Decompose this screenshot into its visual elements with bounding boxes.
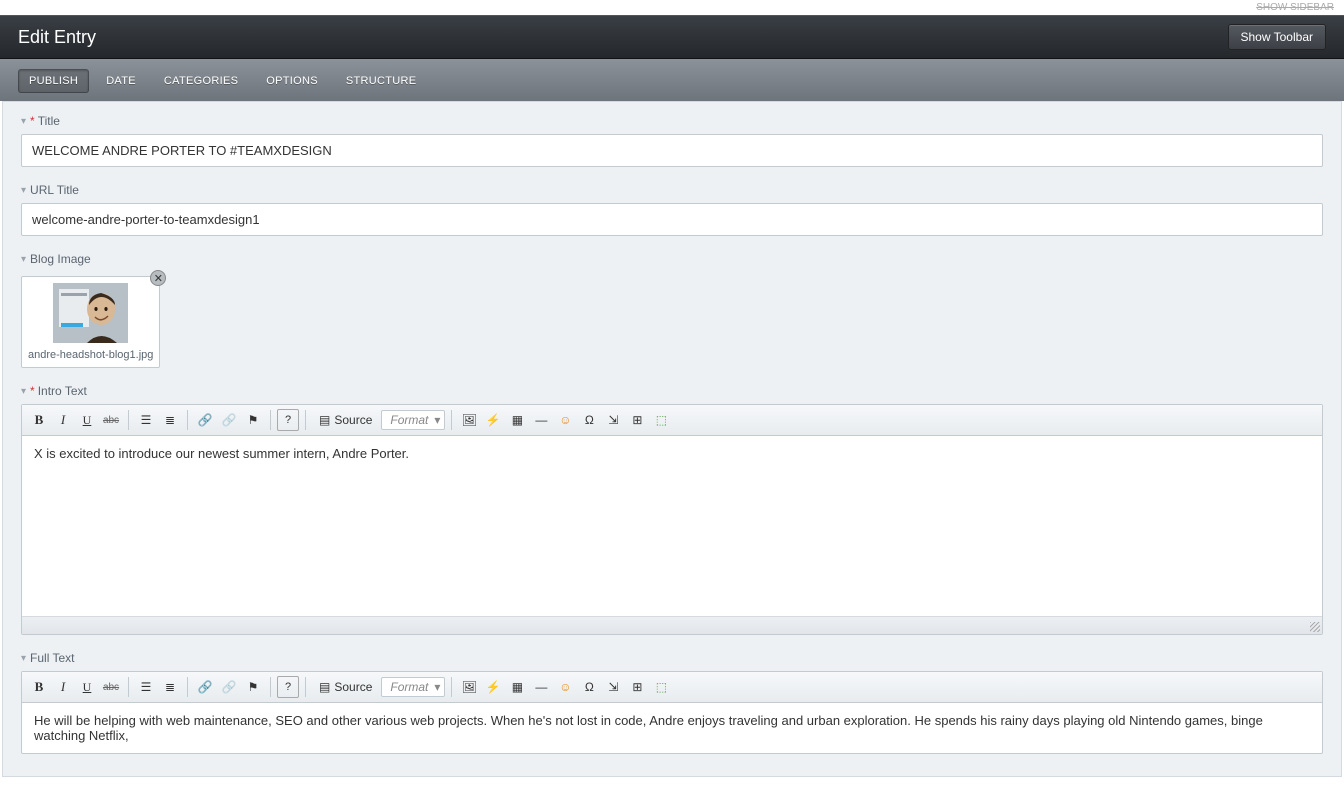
show-toolbar-button[interactable]: Show Toolbar — [1228, 24, 1327, 50]
image-icon[interactable]: 🖼 — [458, 409, 480, 431]
image-filename: andre-headshot-blog1.jpg — [28, 349, 153, 361]
full-text-area[interactable]: He will be helping with web maintenance,… — [22, 703, 1322, 753]
hr-icon[interactable]: — — [530, 409, 552, 431]
required-marker: * — [30, 384, 35, 398]
anchor-icon[interactable]: ⚑ — [242, 409, 264, 431]
strikethrough-icon[interactable]: abc — [100, 409, 122, 431]
field-blog-image: ▾ Blog Image ✕ andre-headshot- — [21, 240, 1323, 372]
rte-toolbar: B I U abc ☰ ≣ 🔗 🔗 ⚑ ? ▤Source Format 🖼 ⚡ — [22, 405, 1322, 436]
flash-icon[interactable]: ⚡ — [482, 676, 504, 698]
field-full-text: ▾ Full Text B I U abc ☰ ≣ 🔗 🔗 ⚑ ? ▤Sourc… — [21, 639, 1323, 758]
pagebreak-icon[interactable]: ⇲ — [602, 676, 624, 698]
url-title-label: ▾ URL Title — [21, 183, 1323, 197]
required-marker: * — [30, 114, 35, 128]
pagebreak-icon[interactable]: ⇲ — [602, 409, 624, 431]
field-title: ▾ * Title — [21, 102, 1323, 171]
rte-toolbar: B I U abc ☰ ≣ 🔗 🔗 ⚑ ? ▤Source Format 🖼 ⚡ — [22, 672, 1322, 703]
ordered-list-icon[interactable]: ☰ — [135, 676, 157, 698]
page-title: Edit Entry — [18, 27, 96, 48]
source-button[interactable]: ▤Source — [312, 677, 379, 697]
collapse-icon[interactable]: ▾ — [21, 653, 26, 664]
tab-date[interactable]: DATE — [95, 69, 147, 93]
full-text-editor: B I U abc ☰ ≣ 🔗 🔗 ⚑ ? ▤Source Format 🖼 ⚡ — [21, 671, 1323, 754]
embed-icon[interactable]: ⬚ — [650, 409, 672, 431]
unlink-icon[interactable]: 🔗 — [218, 676, 240, 698]
strikethrough-icon[interactable]: abc — [100, 676, 122, 698]
collapse-icon[interactable]: ▾ — [21, 116, 26, 127]
resize-handle[interactable] — [22, 616, 1322, 634]
tab-categories[interactable]: CATEGORIES — [153, 69, 249, 93]
source-icon: ▤ — [319, 413, 330, 427]
intro-text-editor: B I U abc ☰ ≣ 🔗 🔗 ⚑ ? ▤Source Format 🖼 ⚡ — [21, 404, 1323, 635]
flash-icon[interactable]: ⚡ — [482, 409, 504, 431]
italic-icon[interactable]: I — [52, 676, 74, 698]
full-text-label: ▾ Full Text — [21, 651, 1323, 665]
image-icon[interactable]: 🖼 — [458, 676, 480, 698]
field-url-title: ▾ URL Title — [21, 171, 1323, 240]
image-card[interactable]: ✕ andre-headshot-blog1.jpg — [21, 276, 160, 368]
page-header: Edit Entry Show Toolbar — [0, 15, 1344, 59]
bold-icon[interactable]: B — [28, 676, 50, 698]
unordered-list-icon[interactable]: ≣ — [159, 676, 181, 698]
help-icon[interactable]: ? — [277, 676, 299, 698]
tab-bar: PUBLISH DATE CATEGORIES OPTIONS STRUCTUR… — [0, 59, 1344, 101]
hr-icon[interactable]: — — [530, 676, 552, 698]
title-label: ▾ * Title — [21, 114, 1323, 128]
anchor-icon[interactable]: ⚑ — [242, 676, 264, 698]
collapse-icon[interactable]: ▾ — [21, 254, 26, 265]
specialchar-icon[interactable]: Ω — [578, 676, 600, 698]
link-icon[interactable]: 🔗 — [194, 676, 216, 698]
collapse-icon[interactable]: ▾ — [21, 386, 26, 397]
intro-text-label: ▾ * Intro Text — [21, 384, 1323, 398]
format-select[interactable]: Format — [381, 677, 445, 697]
italic-icon[interactable]: I — [52, 409, 74, 431]
format-select[interactable]: Format — [381, 410, 445, 430]
field-intro-text: ▾ * Intro Text B I U abc ☰ ≣ 🔗 🔗 ⚑ ? ▤So… — [21, 372, 1323, 639]
source-icon: ▤ — [319, 680, 330, 694]
tab-structure[interactable]: STRUCTURE — [335, 69, 428, 93]
specialchar-icon[interactable]: Ω — [578, 409, 600, 431]
unordered-list-icon[interactable]: ≣ — [159, 409, 181, 431]
help-icon[interactable]: ? — [277, 409, 299, 431]
show-sidebar-link[interactable]: SHOW SIDEBAR — [0, 0, 1344, 15]
blog-image-label: ▾ Blog Image — [21, 252, 1323, 266]
smiley-icon[interactable]: ☺ — [554, 409, 576, 431]
embed-icon[interactable]: ⬚ — [650, 676, 672, 698]
table-icon[interactable]: ▦ — [506, 409, 528, 431]
remove-image-icon[interactable]: ✕ — [150, 270, 166, 286]
intro-text-area[interactable]: X is excited to introduce our newest sum… — [22, 436, 1322, 616]
smiley-icon[interactable]: ☺ — [554, 676, 576, 698]
url-title-input[interactable] — [21, 203, 1323, 236]
underline-icon[interactable]: U — [76, 409, 98, 431]
content-panel: ▾ * Title ▾ URL Title ▾ Blog Image ✕ — [2, 101, 1342, 777]
iframe-icon[interactable]: ⊞ — [626, 676, 648, 698]
tab-options[interactable]: OPTIONS — [255, 69, 329, 93]
unlink-icon[interactable]: 🔗 — [218, 409, 240, 431]
bold-icon[interactable]: B — [28, 409, 50, 431]
tab-publish[interactable]: PUBLISH — [18, 69, 89, 93]
collapse-icon[interactable]: ▾ — [21, 185, 26, 196]
source-button[interactable]: ▤Source — [312, 410, 379, 430]
table-icon[interactable]: ▦ — [506, 676, 528, 698]
image-thumbnail — [53, 283, 128, 343]
link-icon[interactable]: 🔗 — [194, 409, 216, 431]
title-input[interactable] — [21, 134, 1323, 167]
ordered-list-icon[interactable]: ☰ — [135, 409, 157, 431]
underline-icon[interactable]: U — [76, 676, 98, 698]
iframe-icon[interactable]: ⊞ — [626, 409, 648, 431]
